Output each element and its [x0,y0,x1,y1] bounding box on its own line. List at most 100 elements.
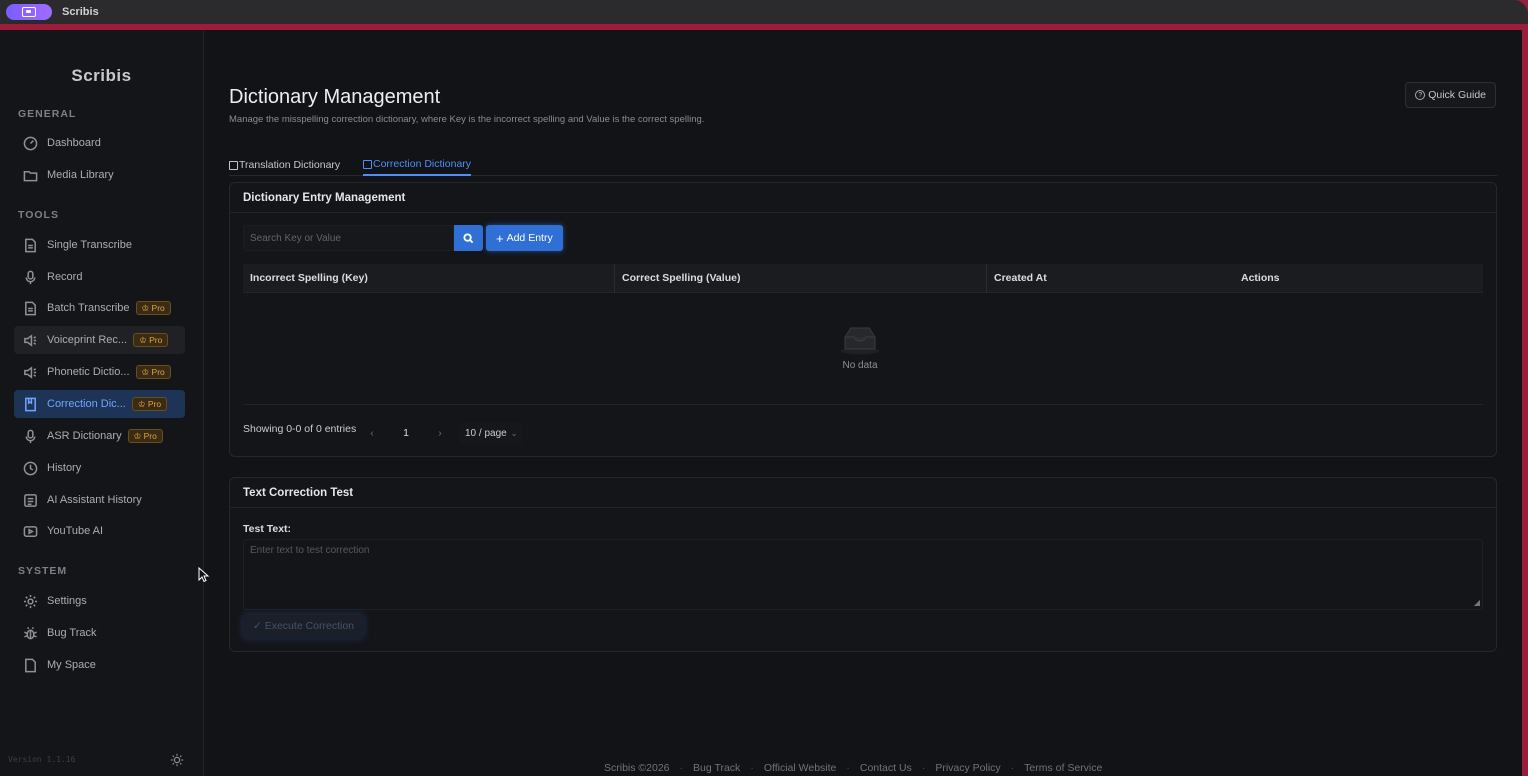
footer: Scribis ©2026 · Bug Track · Official Web… [604,762,1103,774]
sidebar-item-label: Record [47,271,83,283]
dashboard-icon [23,136,38,151]
page-size-select[interactable]: 10 / page ⌄ [459,422,524,444]
section-system: SYSTEM [18,565,68,577]
entries-count: Showing 0-0 of 0 entries [243,423,357,435]
sidebar-item-bug-track[interactable]: Bug Track [14,619,185,647]
main-content: Dictionary Management Manage the misspel… [204,30,1522,776]
column-header-created-at[interactable]: Created At [986,263,1047,293]
sidebar-item-label: My Space [47,659,96,671]
section-general: GENERAL [18,108,77,120]
sidebar-item-label: History [47,462,82,474]
image-icon [229,160,238,170]
sidebar-item-batch-transcribe[interactable]: Batch Transcribe ♔ Pro [14,294,185,322]
sidebar-item-label: Settings [47,595,87,607]
column-header-actions: Actions [1241,272,1280,284]
document-icon [23,238,38,253]
sun-icon[interactable] [170,753,184,767]
tab-bar: Translation Dictionary Correction Dictio… [229,148,1497,176]
footer-copyright: Scribis ©2026 [604,762,670,774]
section-tools: TOOLS [18,209,59,221]
execute-label: Execute Correction [264,620,355,632]
sidebar-item-label: AI Assistant History [47,494,142,506]
add-entry-label: Add Entry [506,232,553,244]
bug-icon [23,626,38,641]
sidebar-item-settings[interactable]: Settings [14,587,185,615]
sidebar-brand: Scribis [71,66,132,85]
sidebar-item-label: Phonetic Dictio... [47,366,130,378]
sidebar-item-media-library[interactable]: Media Library [14,161,185,189]
folder-icon [23,168,38,183]
book-icon [363,159,372,169]
search-button[interactable] [454,225,483,251]
test-text-input[interactable]: Enter text to test correction ◢ [243,539,1483,610]
chevron-down-icon: ⌄ [510,428,518,438]
prev-page-icon[interactable]: ‹ [363,427,381,439]
sidebar-item-voiceprint[interactable]: Voiceprint Rec... ♔ Pro [14,326,185,354]
sidebar-item-phonetic-dictionary[interactable]: Phonetic Dictio... ♔ Pro [14,358,185,386]
plus-icon: + [496,230,504,246]
execute-correction-button[interactable]: ✓ Execute Correction [243,614,365,638]
sidebar-item-dashboard[interactable]: Dashboard [14,129,185,157]
sidebar-item-youtube-ai[interactable]: YouTube AI [14,517,185,545]
card-title: Dictionary Entry Management [230,183,1496,213]
footer-link-bug-track[interactable]: Bug Track [693,762,740,774]
empty-inbox-icon [841,327,879,355]
table-header: Incorrect Spelling (Key) Correct Spellin… [243,263,1483,293]
current-page[interactable]: 1 [397,427,415,439]
pagination: ‹ 1 › 10 / page ⌄ [363,422,524,444]
tab-label: Correction Dictionary [373,158,472,170]
quick-guide-button[interactable]: ? Quick Guide [1405,82,1496,108]
page-size-value: 10 / page [465,427,507,439]
microphone-icon [23,270,38,285]
tab-translation-dictionary[interactable]: Translation Dictionary [229,154,340,176]
test-text-label: Test Text: [243,523,292,535]
title-bar: Scribis [0,0,1528,24]
search-input[interactable]: Search Key or Value [243,225,454,251]
sidebar-item-label: Correction Dic... [47,398,126,410]
sidebar-item-record[interactable]: Record [14,263,185,291]
window-title: Scribis [62,6,99,18]
pro-badge: ♔ Pro [135,301,171,315]
footer-link-terms-of-service[interactable]: Terms of Service [1024,762,1102,774]
sidebar-item-ai-assistant-history[interactable]: AI Assistant History [14,486,185,514]
sidebar-item-single-transcribe[interactable]: Single Transcribe [14,231,185,259]
column-header-key[interactable]: Incorrect Spelling (Key) [243,264,368,293]
version-label: Version 1.1.16 [8,755,76,764]
add-entry-button[interactable]: + Add Entry [486,225,563,251]
sidebar-item-label: Bug Track [47,627,97,639]
pro-badge: ♔ Pro [133,333,169,347]
search-icon [463,232,474,243]
column-header-value[interactable]: Correct Spelling (Value) [614,263,740,293]
sidebar-item-label: Media Library [47,169,114,181]
tab-correction-dictionary[interactable]: Correction Dictionary [363,154,472,176]
sidebar-item-my-space[interactable]: My Space [14,651,185,679]
footer-link-official-website[interactable]: Official Website [764,762,837,774]
sidebar-item-label: YouTube AI [47,525,104,537]
app-window: Scribis GENERAL Dashboard Media Library … [0,30,1522,776]
sidebar-item-history[interactable]: History [14,454,185,482]
footer-link-privacy-policy[interactable]: Privacy Policy [935,762,1000,774]
sidebar-item-label: ASR Dictionary [47,430,122,442]
play-icon [23,524,38,539]
resize-handle[interactable]: ◢ [1474,598,1480,607]
empty-text: No data [842,360,878,371]
next-page-icon[interactable]: › [431,427,449,439]
assistant-icon [23,493,38,508]
app-icon[interactable] [6,4,52,20]
gear-icon [23,594,38,609]
table-divider [243,404,1483,405]
page-subtitle: Manage the misspelling correction dictio… [229,114,705,125]
page-title: Dictionary Management [229,86,441,108]
pro-badge: ♔ Pro [135,365,171,379]
sidebar: Scribis GENERAL Dashboard Media Library … [0,30,204,776]
sidebar-item-correction-dictionary[interactable]: Correction Dic... ♔ Pro [14,390,185,418]
card-title: Text Correction Test [230,478,1496,508]
test-text-placeholder: Enter text to test correction [250,545,370,556]
text-correction-card: Text Correction Test Test Text: Enter te… [229,477,1497,652]
sidebar-item-asr-dictionary[interactable]: ASR Dictionary ♔ Pro [14,422,185,450]
empty-state: No data [820,325,900,371]
question-icon: ? [1415,90,1426,100]
document-icon [23,658,38,673]
sidebar-item-label: Dashboard [47,137,101,149]
footer-link-contact-us[interactable]: Contact Us [860,762,912,774]
